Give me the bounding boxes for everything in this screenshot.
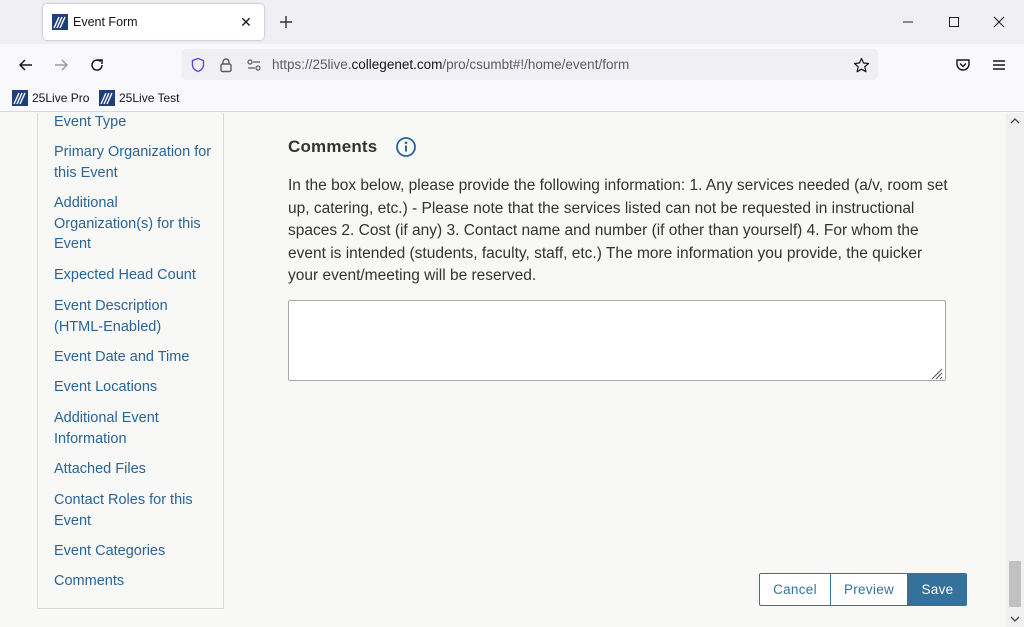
nav-link-expected-head-count[interactable]: Expected Head Count — [54, 265, 219, 286]
nav-link-event-description[interactable]: Event Description (HTML-Enabled) — [54, 296, 219, 337]
bookmark-label: 25Live Test — [119, 91, 180, 105]
tab-title: Event Form — [73, 15, 138, 29]
maximize-icon — [949, 17, 959, 27]
menu-button[interactable] — [985, 52, 1013, 78]
tab-strip: Event Form ✕ — [0, 0, 1024, 44]
address-bar[interactable]: https://25live.collegenet.com/pro/csumbt… — [182, 49, 878, 80]
nav-link-event-locations[interactable]: Event Locations — [54, 377, 219, 398]
forward-arrow-icon — [55, 59, 69, 71]
chevron-down-icon — [1010, 616, 1020, 622]
pocket-button[interactable] — [949, 52, 977, 78]
nav-link-additional-event-information[interactable]: Additional Event Information — [54, 408, 219, 449]
lock-icon[interactable] — [217, 56, 235, 74]
25live-bookmark-icon — [99, 90, 115, 106]
bookmark-label: 25Live Pro — [32, 91, 90, 105]
back-arrow-icon — [18, 59, 32, 71]
shield-icon[interactable] — [189, 56, 207, 74]
form-actions: Cancel Preview Save — [759, 573, 967, 606]
new-tab-button[interactable] — [274, 10, 298, 34]
comments-instructions: In the box below, please provide the fol… — [288, 177, 948, 285]
nav-link-event-categories[interactable]: Event Categories — [54, 541, 219, 562]
tab-event-form[interactable]: Event Form ✕ — [43, 4, 264, 40]
bookmarks-toolbar: 25Live Pro 25Live Test — [0, 84, 1024, 112]
url-text[interactable]: https://25live.collegenet.com/pro/csumbt… — [272, 57, 629, 72]
permissions-icon[interactable] — [245, 56, 263, 74]
pocket-icon — [956, 59, 970, 71]
form-section-nav: Event Type Primary Organization for this… — [37, 113, 224, 609]
forward-button[interactable] — [47, 52, 75, 78]
reload-button[interactable] — [83, 52, 111, 78]
minimize-icon — [903, 21, 913, 23]
comments-section-title: Comments — [288, 137, 378, 156]
bookmark-25live-test[interactable]: 25Live Test — [99, 90, 180, 106]
chevron-up-icon — [1010, 118, 1020, 124]
page-content: Event Type Primary Organization for this… — [0, 113, 1006, 627]
comments-textarea[interactable] — [288, 300, 946, 381]
nav-link-additional-organizations[interactable]: Additional Organization(s) for this Even… — [54, 193, 219, 255]
page-scrollbar[interactable] — [1006, 113, 1024, 627]
nav-link-attached-files[interactable]: Attached Files — [54, 459, 219, 480]
maximize-button[interactable] — [939, 8, 969, 36]
bookmark-25live-pro[interactable]: 25Live Pro — [12, 90, 89, 106]
preview-button[interactable]: Preview — [831, 573, 908, 606]
resize-grip-icon[interactable] — [929, 366, 943, 380]
plus-icon — [280, 16, 292, 28]
nav-link-event-type[interactable]: Event Type — [54, 113, 219, 133]
reload-icon — [91, 59, 103, 71]
bookmark-star-icon[interactable] — [852, 56, 870, 74]
nav-link-comments[interactable]: Comments — [54, 571, 219, 592]
close-window-button[interactable] — [984, 8, 1014, 36]
save-button[interactable]: Save — [908, 573, 967, 606]
nav-link-primary-organization[interactable]: Primary Organization for this Event — [54, 142, 219, 183]
scroll-up-button[interactable] — [1006, 113, 1024, 129]
25live-bookmark-icon — [12, 90, 28, 106]
info-icon[interactable] — [395, 136, 417, 158]
minimize-button[interactable] — [893, 8, 923, 36]
scroll-down-button[interactable] — [1006, 611, 1024, 627]
nav-link-contact-roles[interactable]: Contact Roles for this Event — [54, 490, 219, 531]
hamburger-menu-icon — [993, 60, 1005, 70]
cancel-button[interactable]: Cancel — [759, 573, 831, 606]
nav-link-event-date-time[interactable]: Event Date and Time — [54, 347, 219, 368]
close-tab-icon[interactable]: ✕ — [236, 12, 256, 32]
scrollbar-thumb[interactable] — [1009, 561, 1021, 607]
25live-favicon-icon — [52, 14, 68, 30]
navigation-bar: https://25live.collegenet.com/pro/csumbt… — [0, 44, 1024, 84]
back-button[interactable] — [12, 52, 40, 78]
close-icon — [993, 16, 1005, 28]
